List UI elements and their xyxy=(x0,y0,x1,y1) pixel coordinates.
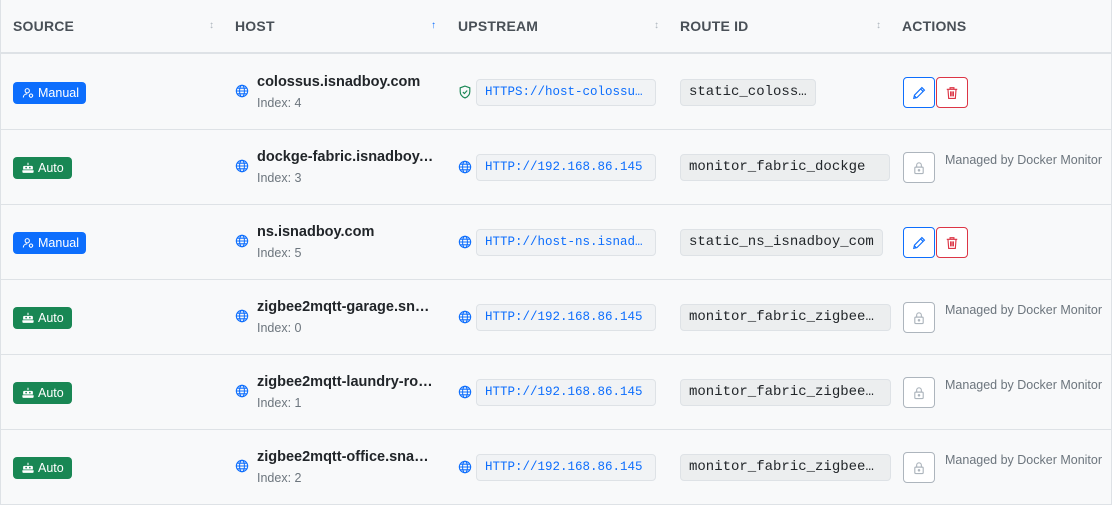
route-id: monitor_fabric_dockge xyxy=(680,154,890,181)
robot-icon xyxy=(22,462,34,474)
globe-icon xyxy=(235,459,249,473)
globe-icon xyxy=(235,234,249,248)
route-id: static_ns_isnadboy_com xyxy=(680,229,883,256)
user-icon xyxy=(22,237,34,249)
route-id: monitor_fabric_zigbee2mqtt xyxy=(680,304,891,331)
globe-icon xyxy=(458,160,472,174)
lock-icon xyxy=(912,161,926,175)
locked-button[interactable] xyxy=(903,152,935,183)
table-row: Manual ns.isnadboy.com Index: 5 HTTP://host… xyxy=(1,205,1111,280)
trash-icon xyxy=(945,86,959,100)
column-header-source[interactable]: SOURCE ↕ xyxy=(13,0,223,52)
host-index: Index: 0 xyxy=(257,321,302,335)
source-badge: Auto xyxy=(13,307,72,329)
pencil-icon xyxy=(912,86,926,100)
globe-icon xyxy=(235,84,249,98)
table-row: Manual colossus.isnadboy.com Index: 4 HTTPS… xyxy=(1,55,1111,130)
host-index: Index: 2 xyxy=(257,471,302,485)
host-name: zigbee2mqtt-garage.snadboy.com xyxy=(257,299,435,315)
managed-note: Managed by Docker Monitor xyxy=(945,153,1103,167)
sort-ascending-icon[interactable]: ↑ xyxy=(431,0,436,52)
globe-icon xyxy=(458,385,472,399)
table-header: SOURCE ↕ HOST ↑ UPSTREAM ↕ ROUTE ID ↕ AC… xyxy=(1,0,1111,54)
route-id: monitor_fabric_zigbee2mqtt xyxy=(680,454,891,481)
sort-icon[interactable]: ↕ xyxy=(654,0,659,52)
host-name: dockge-fabric.isnadboy.com xyxy=(257,149,435,165)
host-index: Index: 1 xyxy=(257,396,302,410)
upstream-url[interactable]: HTTP://192.168.86.145 xyxy=(476,304,656,331)
source-badge: Auto xyxy=(13,157,72,179)
robot-icon xyxy=(22,312,34,324)
delete-button[interactable] xyxy=(936,77,968,108)
host-name: zigbee2mqtt-laundry-room.snadboy.com xyxy=(257,374,435,390)
globe-icon xyxy=(235,384,249,398)
column-header-host[interactable]: HOST ↑ xyxy=(235,0,445,52)
source-badge: Manual xyxy=(13,82,86,104)
edit-button[interactable] xyxy=(903,77,935,108)
host-name: zigbee2mqtt-office.snadboy.com xyxy=(257,449,435,465)
robot-icon xyxy=(22,162,34,174)
globe-icon xyxy=(458,235,472,249)
host-name: ns.isnadboy.com xyxy=(257,224,375,240)
managed-note: Managed by Docker Monitor xyxy=(945,453,1103,467)
host-index: Index: 4 xyxy=(257,96,302,110)
locked-button[interactable] xyxy=(903,452,935,483)
lock-icon xyxy=(912,311,926,325)
pencil-icon xyxy=(912,236,926,250)
sort-icon[interactable]: ↕ xyxy=(209,0,214,52)
user-icon xyxy=(22,87,34,99)
edit-button[interactable] xyxy=(903,227,935,258)
upstream-url[interactable]: HTTP://192.168.86.145 xyxy=(476,454,656,481)
shield-check-icon xyxy=(458,85,472,99)
upstream-url[interactable]: HTTPS://host-colossus.isnadboy.com xyxy=(476,79,656,106)
globe-icon xyxy=(235,159,249,173)
locked-button[interactable] xyxy=(903,377,935,408)
trash-icon xyxy=(945,236,959,250)
managed-note: Managed by Docker Monitor xyxy=(945,303,1103,317)
column-header-route-id[interactable]: ROUTE ID ↕ xyxy=(680,0,890,52)
globe-icon xyxy=(458,310,472,324)
column-header-actions: ACTIONS xyxy=(902,18,967,34)
table-row: Auto dockge-fabric.isnadboy.com Index: 3 HT… xyxy=(1,130,1111,205)
upstream-url[interactable]: HTTP://host-ns.isnadboy.com xyxy=(476,229,656,256)
managed-note: Managed by Docker Monitor xyxy=(945,378,1103,392)
table-row: Auto zigbee2mqtt-laundry-room.snadboy.com… xyxy=(1,355,1111,430)
table-row: Auto zigbee2mqtt-garage.snadboy.com Index:… xyxy=(1,280,1111,355)
lock-icon xyxy=(912,386,926,400)
robot-icon xyxy=(22,387,34,399)
source-badge: Manual xyxy=(13,232,86,254)
globe-icon xyxy=(235,309,249,323)
host-name: colossus.isnadboy.com xyxy=(257,74,421,90)
host-index: Index: 3 xyxy=(257,171,302,185)
host-index: Index: 5 xyxy=(257,246,302,260)
lock-icon xyxy=(912,461,926,475)
routes-table: SOURCE ↕ HOST ↑ UPSTREAM ↕ ROUTE ID ↕ AC… xyxy=(0,0,1112,505)
delete-button[interactable] xyxy=(936,227,968,258)
source-badge: Auto xyxy=(13,457,72,479)
column-header-upstream[interactable]: UPSTREAM ↕ xyxy=(458,0,668,52)
globe-icon xyxy=(458,460,472,474)
sort-icon[interactable]: ↕ xyxy=(876,0,881,52)
source-badge: Auto xyxy=(13,382,72,404)
upstream-url[interactable]: HTTP://192.168.86.145 xyxy=(476,379,656,406)
route-id: static_colossus xyxy=(680,79,816,106)
upstream-url[interactable]: HTTP://192.168.86.145 xyxy=(476,154,656,181)
table-row: Auto zigbee2mqtt-office.snadboy.com Index:… xyxy=(1,430,1111,505)
route-id: monitor_fabric_zigbee2mqtt xyxy=(680,379,891,406)
locked-button[interactable] xyxy=(903,302,935,333)
